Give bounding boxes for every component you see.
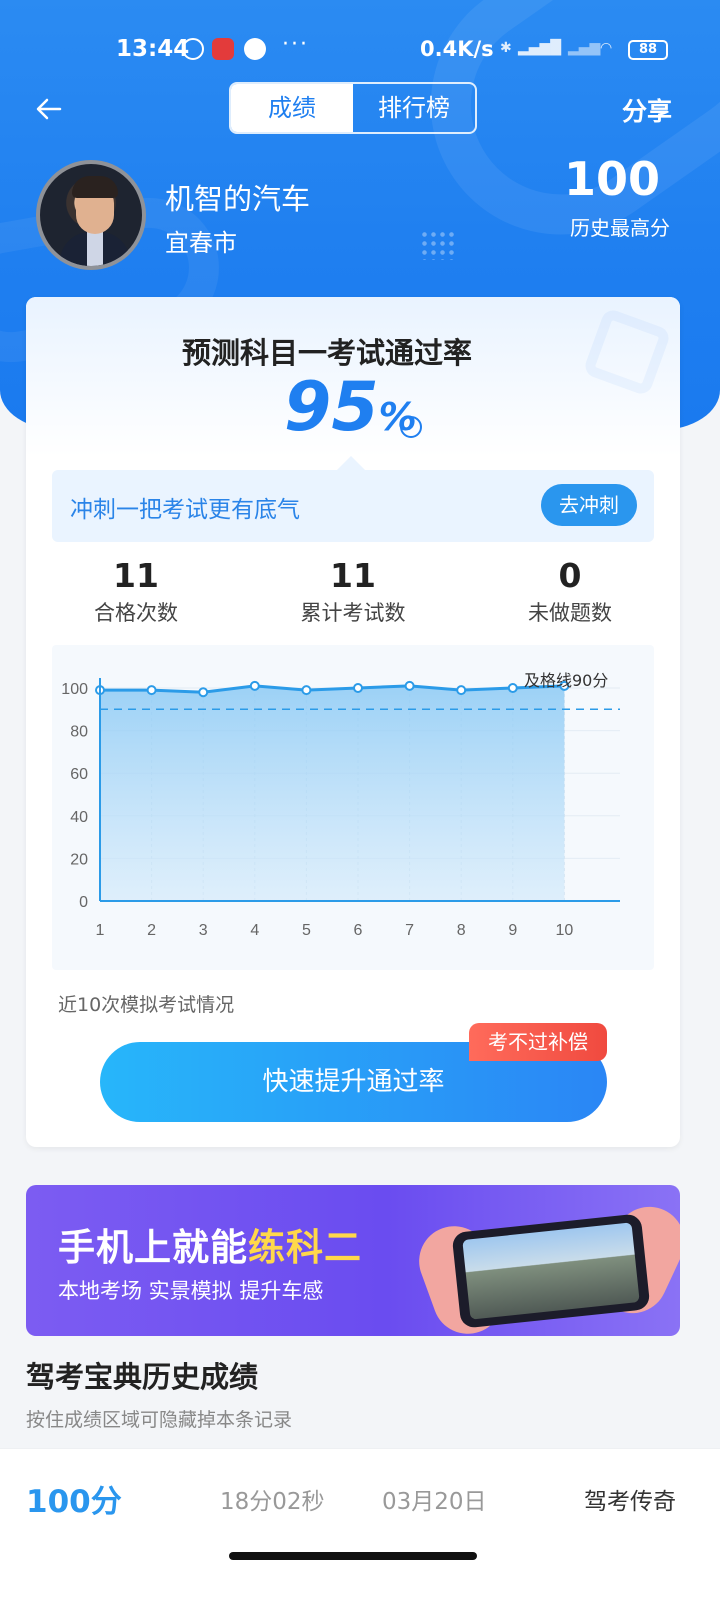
series-area [100,685,565,901]
signal-strength-2-icon: ▂▄▆ [568,40,601,56]
bluetooth-icon: ✱ [500,40,512,56]
stat-label: 未做题数 [528,601,612,625]
driving-game-screen [462,1222,640,1320]
y-tick-label: 0 [79,894,88,911]
history-duration: 18分02秒 [220,1489,325,1515]
wifi-icon: ◠ [600,40,613,56]
stat-value: 0 [558,556,582,595]
x-tick-label: 5 [302,922,311,939]
best-score-value: 100 [563,152,660,206]
banner-subtitle: 本地考场 实景模拟 提升车感 [58,1279,324,1303]
score-trend-chart: 0 20 40 60 80 100 1 2 3 4 5 6 7 8 9 10 及格线90分 [61,671,620,939]
banner-title: 手机上就能练科二 [58,1226,362,1269]
stat-pass-count: 11 合格次数 [36,556,236,627]
history-hint: 按住成绩区域可隐藏掉本条记录 [26,1409,293,1431]
threshold-label: 及格线90分 [524,671,608,690]
prediction-title: 预测科目一考试通过率 [181,336,472,370]
sprint-text: 冲刺一把考试更有底气 [70,497,300,523]
stat-undone-questions: 0 未做题数 [470,556,670,627]
header-dots-decoration [420,230,456,260]
more-notifications-icon: ··· [282,32,309,57]
pass-rate-number: 95 [284,368,379,447]
tab-ranking[interactable]: 排行榜 [353,84,475,132]
user-city: 宜春市 [165,229,237,257]
y-tick-label: 40 [70,809,88,826]
data-point [353,683,363,693]
stat-value: 11 [113,556,159,595]
data-point [404,680,415,691]
x-tick-label: 10 [556,922,574,939]
data-point [507,683,518,693]
data-point [249,680,260,691]
x-tick-label: 4 [250,922,259,939]
data-point [198,687,209,698]
stat-label: 累计考试数 [300,601,406,625]
history-title-badge: 驾考传奇 [584,1489,676,1515]
history-score: 100分 [26,1484,122,1520]
x-tick-label: 3 [199,922,208,939]
pass-rate-value[interactable]: 95% [284,368,417,447]
segmented-tabs: 成绩 排行榜 [229,82,477,134]
x-tick-label: 6 [354,922,363,939]
news-app-notification-icon [212,38,234,60]
signal-strength-icon: ▂▄▆█ [518,40,562,56]
x-tick-label: 7 [405,922,414,939]
y-tick-label: 20 [70,851,88,868]
data-point [146,685,157,696]
x-tick-label: 8 [457,922,466,939]
stat-value: 11 [330,556,376,595]
avatar[interactable] [36,160,146,270]
best-score-label: 历史最高分 [570,216,670,240]
compensation-badge: 考不过补偿 [469,1023,607,1061]
phone-illustration [451,1213,651,1329]
user-name: 机智的汽车 [165,182,311,216]
y-tick-label: 80 [70,724,88,741]
sprint-button[interactable]: 去冲刺 [541,484,637,526]
tab-score[interactable]: 成绩 [231,84,353,132]
history-date: 03月20日 [382,1489,487,1515]
history-title: 驾考宝典历史成绩 [26,1360,259,1394]
x-tick-label: 1 [96,922,105,939]
x-tick-label: 2 [147,922,156,939]
home-indicator[interactable] [229,1552,477,1560]
status-time: 13:44 [116,36,190,62]
browser-notification-icon [182,38,204,60]
data-point [456,685,467,696]
chart-caption: 近10次模拟考试情况 [58,994,235,1016]
chevron-right-icon[interactable]: › [400,416,422,438]
app-notification-icon [244,38,266,60]
battery-icon: 88 [628,40,668,60]
network-speed: 0.4K/s [420,37,494,61]
banner-title-highlight: 练科二 [248,1226,362,1269]
y-tick-label: 100 [61,681,88,698]
data-point [301,685,312,696]
back-arrow-icon[interactable] [34,94,64,124]
stat-label: 合格次数 [94,601,178,625]
practice-banner[interactable]: 手机上就能练科二 本地考场 实景模拟 提升车感 [26,1185,680,1336]
share-button[interactable]: 分享 [622,92,672,128]
stat-total-exams: 11 累计考试数 [253,556,453,627]
y-tick-label: 60 [70,766,88,783]
history-row[interactable] [0,1448,720,1600]
x-tick-label: 9 [508,922,517,939]
